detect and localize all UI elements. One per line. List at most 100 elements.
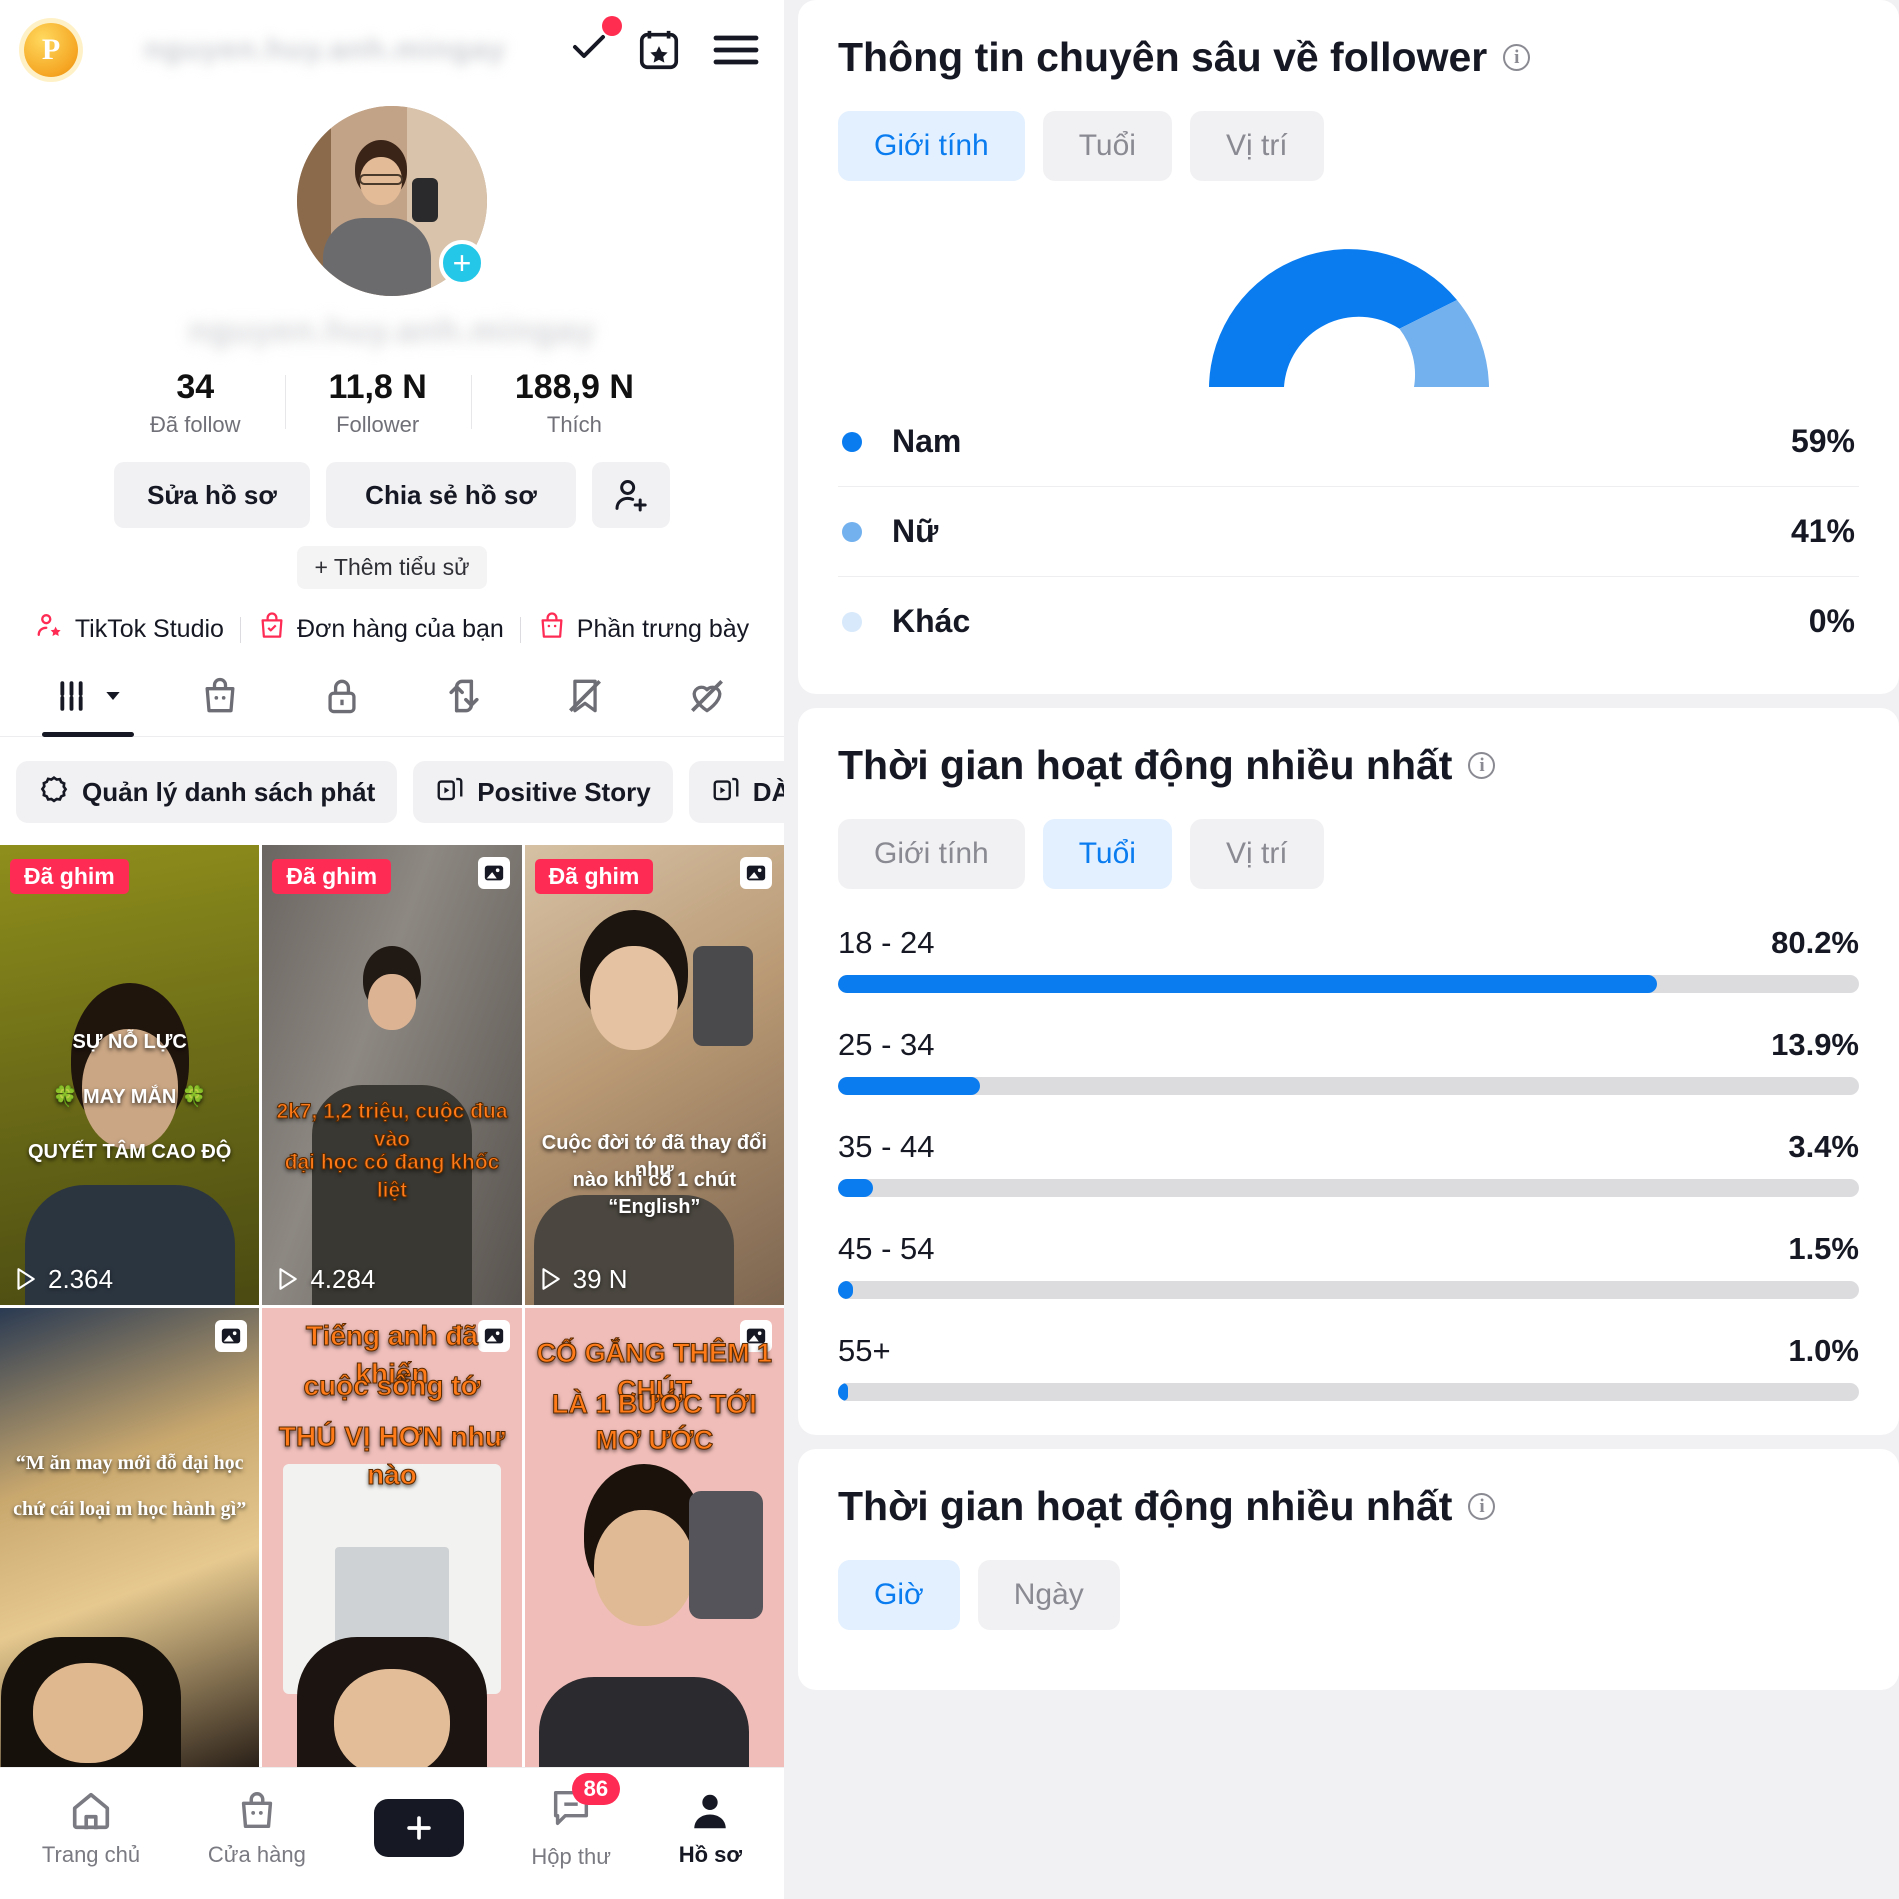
nav-profile[interactable]: Hồ sơ <box>679 1788 742 1868</box>
nav-inbox[interactable]: 86 Hộp thư <box>531 1773 621 1870</box>
stat-value: 11,8 N <box>328 368 427 406</box>
stat-followers[interactable]: 11,8 N Follower <box>284 368 471 438</box>
card-title: Thời gian hoạt động nhiều nhất i <box>838 1483 1859 1530</box>
video-cell[interactable]: Tiếng anh đã khiến cuộc sống tớ THÚ VỊ H… <box>262 1307 522 1767</box>
stat-label: Thích <box>546 412 602 438</box>
app-screen: P nguyen.huy.anh.mingay + nguyen.huy.anh… <box>0 0 1899 1899</box>
info-icon[interactable]: i <box>1468 752 1496 779</box>
tab-day[interactable]: Ngày <box>977 1560 1120 1630</box>
legend-dot <box>842 521 862 542</box>
chip-label: DÀNH <box>752 776 784 807</box>
add-avatar-plus-icon[interactable]: + <box>439 240 485 286</box>
calendar-star-icon[interactable] <box>636 27 682 73</box>
video-caption-2: chứ cái loại m học hành gì” <box>13 1498 247 1520</box>
tab-location[interactable]: Vị trí <box>1189 111 1324 181</box>
edit-profile-button[interactable]: Sửa hồ sơ <box>114 462 310 529</box>
profile-icon <box>694 1794 727 1828</box>
play-icon <box>279 1268 298 1291</box>
tab-gender[interactable]: Giới tính <box>838 111 1025 181</box>
video-grid: Đã ghim SỰ NỖ LỰC 🍀 MAY MẮN 🍀 QUYẾT TÂM … <box>0 845 784 1767</box>
bar-label: 18 - 24 <box>838 925 935 960</box>
notification-dot <box>602 15 622 36</box>
card-title: Thời gian hoạt động nhiều nhất i <box>838 742 1859 789</box>
bar-track <box>838 1077 1859 1095</box>
activity-hour-card: Thời gian hoạt động nhiều nhất i Giờ Ngà… <box>798 1449 1899 1690</box>
video-caption-3: THÚ VỊ HƠN như nào <box>278 1420 506 1490</box>
multi-photo-icon <box>740 857 772 890</box>
stat-value: 34 <box>176 368 215 406</box>
chip-manage-playlists[interactable]: Quản lý danh sách phát <box>16 761 398 824</box>
nav-create[interactable] <box>364 1798 473 1857</box>
playlist-icon <box>435 774 465 811</box>
stat-likes[interactable]: 188,9 N Thích <box>470 368 678 438</box>
legend-value: 41% <box>1790 513 1855 549</box>
tab-location[interactable]: Vị trí <box>1189 819 1324 889</box>
bar-item: 35 - 44 3.4% <box>838 1129 1859 1197</box>
chip-positive-story[interactable]: Positive Story <box>413 761 673 824</box>
nav-home[interactable]: Trang chủ <box>42 1788 140 1868</box>
chip-label: Quản lý danh sách phát <box>82 776 376 807</box>
video-cell[interactable]: Đã ghim 2k7, 1,2 triệu, cuộc đua vào đại… <box>262 845 522 1305</box>
bar-item: 25 - 34 13.9% <box>838 1027 1859 1095</box>
create-plus-icon[interactable] <box>364 1798 473 1857</box>
add-friend-button[interactable] <box>592 462 670 529</box>
tiktok-profile-panel: P nguyen.huy.anh.mingay + nguyen.huy.anh… <box>0 0 784 1899</box>
tab-saved-off[interactable] <box>563 674 607 736</box>
gear-icon <box>38 773 70 812</box>
hamburger-menu-icon[interactable] <box>712 32 760 68</box>
link-showcase[interactable]: Phần trưng bày <box>521 611 765 648</box>
share-profile-button[interactable]: Chia sẻ hồ sơ <box>326 462 576 529</box>
pinned-badge: Đã ghim <box>534 859 654 895</box>
tab-private[interactable] <box>320 674 364 736</box>
profile-stats: 34 Đã follow 11,8 N Follower 188,9 N Thí… <box>0 368 784 438</box>
bar-value: 13.9% <box>1771 1027 1859 1062</box>
legend-value: 59% <box>1790 423 1855 459</box>
bar-fill <box>838 1281 854 1299</box>
nav-label: Cửa hàng <box>207 1841 306 1867</box>
add-bio-button[interactable]: + Thêm tiểu sử <box>296 546 488 590</box>
tab-age[interactable]: Tuổi <box>1042 111 1172 181</box>
profile-username: nguyen.huy.anh.mingay <box>188 312 596 350</box>
video-caption: SỰ NỖ LỰC <box>72 1031 187 1054</box>
video-cell[interactable]: “M ăn may mới đỗ đại học chứ cái loại m … <box>0 1307 260 1767</box>
pinned-badge: Đã ghim <box>272 859 392 895</box>
tab-posts[interactable] <box>55 674 121 736</box>
bar-track <box>838 975 1859 993</box>
tab-liked-off[interactable] <box>685 674 729 736</box>
person-star-icon <box>35 611 65 648</box>
coin-reward-icon[interactable]: P <box>24 23 78 77</box>
link-tiktok-studio[interactable]: TikTok Studio <box>19 611 240 648</box>
topbar-title: nguyen.huy.anh.mingay <box>78 33 572 67</box>
shop-bag-icon <box>537 611 567 648</box>
link-your-orders[interactable]: Đơn hàng của bạn <box>241 611 520 648</box>
link-label: Phần trưng bày <box>576 615 750 644</box>
view-count: 4.284 <box>274 1264 375 1295</box>
video-caption-2: cuộc sống tớ <box>303 1370 481 1402</box>
tab-reposts[interactable] <box>442 674 486 736</box>
bar-item: 18 - 24 80.2% <box>838 925 1859 993</box>
legend-dot <box>842 611 862 632</box>
check-notification-icon[interactable] <box>572 15 622 67</box>
bar-fill <box>838 1179 873 1197</box>
info-icon[interactable]: i <box>1468 1493 1496 1520</box>
bar-item: 55+ 1.0% <box>838 1333 1859 1401</box>
bar-label: 25 - 34 <box>838 1027 935 1062</box>
stat-following[interactable]: 34 Đã follow <box>106 368 284 438</box>
follower-segment-tabs: Giới tính Tuổi Vị trí <box>838 111 1859 181</box>
tab-hour[interactable]: Giờ <box>838 1560 960 1630</box>
tab-age[interactable]: Tuổi <box>1042 819 1172 889</box>
legend-label: Khác <box>892 603 971 639</box>
nav-shop[interactable]: Cửa hàng <box>208 1788 306 1868</box>
video-cell[interactable]: CỐ GẮNG THÊM 1 CHÚT LÀ 1 BƯỚC TỚI MƠ ƯỚC <box>524 1307 784 1767</box>
bar-label: 35 - 44 <box>838 1129 935 1164</box>
bag-check-icon <box>257 611 287 648</box>
tab-shop[interactable] <box>198 674 242 736</box>
info-icon[interactable]: i <box>1503 44 1531 71</box>
video-cell[interactable]: Đã ghim SỰ NỖ LỰC 🍀 MAY MẮN 🍀 QUYẾT TÂM … <box>0 845 260 1305</box>
playlist-chips: Quản lý danh sách phát Positive Story DÀ… <box>0 737 784 845</box>
inbox-badge: 86 <box>571 1773 621 1805</box>
tab-gender[interactable]: Giới tính <box>838 819 1025 889</box>
chip-danh[interactable]: DÀNH <box>688 761 784 824</box>
video-cell[interactable]: Đã ghim Cuộc đời tớ đã thay đổi như nào … <box>524 845 784 1305</box>
avatar[interactable]: + <box>297 106 487 296</box>
